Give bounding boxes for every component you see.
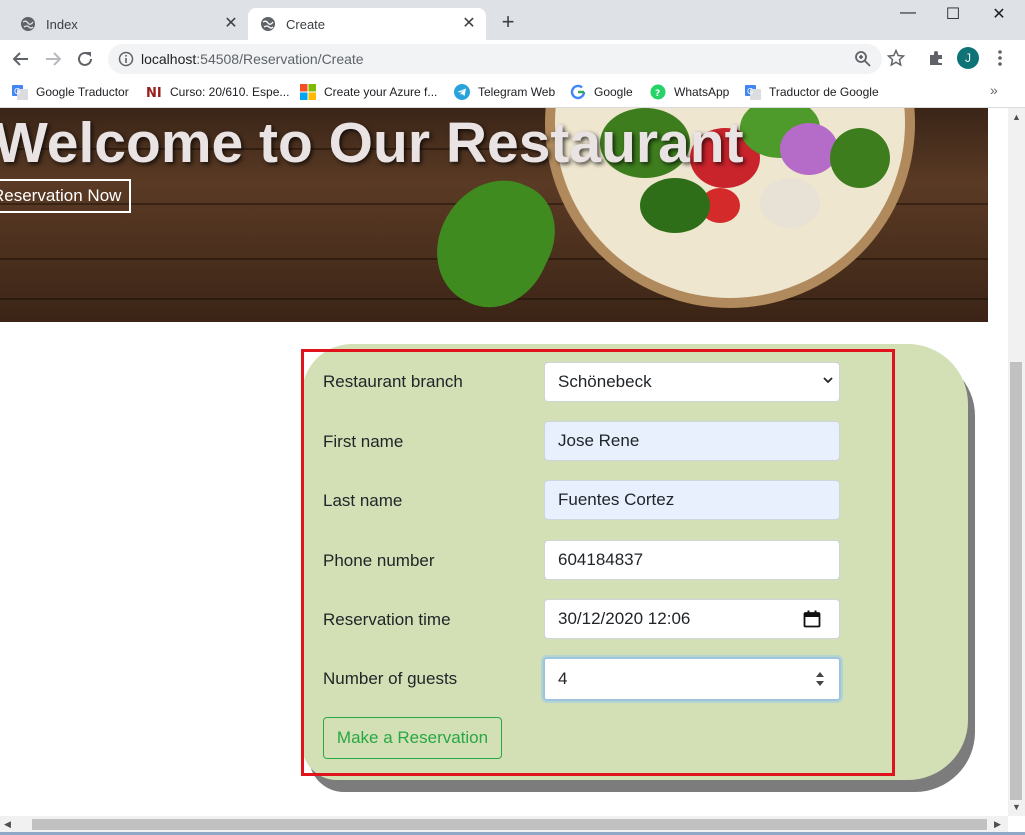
guests-value: 4 [558, 669, 568, 688]
menu-kebab-icon[interactable] [990, 48, 1010, 68]
scroll-right-icon[interactable]: ▶ [994, 819, 1001, 830]
first-name-field[interactable]: Jose Rene [544, 421, 840, 461]
scroll-down-icon[interactable]: ▼ [1012, 802, 1021, 812]
zoom-icon[interactable] [854, 50, 872, 68]
branch-value: Schönebeck [558, 372, 652, 391]
guests-label: Number of guests [323, 669, 458, 688]
url-text[interactable]: localhost:54508/Reservation/Create [141, 51, 364, 67]
horizontal-scroll-thumb[interactable] [32, 819, 987, 830]
tab-index[interactable]: Index ✕ [0, 8, 248, 40]
hero-title: Welcome to Our Restaurant [0, 111, 744, 175]
phone-label: Phone number [323, 551, 435, 570]
reservation-time-label: Reservation time [323, 610, 451, 629]
reservation-time-field[interactable]: 30/12/2020 12:06 [544, 599, 840, 639]
last-name-field[interactable]: Fuentes Cortez [544, 480, 840, 520]
last-name-value: Fuentes Cortez [558, 490, 675, 509]
tab-label: Create [286, 16, 326, 32]
scroll-up-icon[interactable]: ▲ [1012, 112, 1021, 122]
hero-banner: Welcome to Our Restaurant Reservation No… [0, 108, 988, 322]
google-translate-icon: G [12, 85, 28, 100]
globe-icon [21, 17, 35, 31]
phone-value: 604184837 [558, 550, 644, 569]
globe-icon [261, 17, 275, 31]
close-tab-icon[interactable]: ✕ [222, 15, 240, 33]
info-icon[interactable] [118, 51, 134, 67]
minimize-icon[interactable]: — [893, 4, 923, 24]
last-name-label: Last name [323, 491, 403, 510]
branch-select[interactable]: Schönebeck [544, 362, 840, 402]
bookmark-google[interactable]: Google [570, 83, 633, 101]
forward-arrow-icon[interactable] [42, 48, 64, 70]
svg-text:?: ? [655, 89, 660, 99]
whatsapp-icon: ? [650, 84, 666, 100]
bookmark-google-traductor[interactable]: G Google Traductor [12, 83, 129, 101]
bookmark-curso[interactable]: NI Curso: 20/610. Espe... [146, 83, 289, 101]
tab-label: Index [46, 16, 78, 32]
close-tab-icon[interactable]: ✕ [460, 15, 478, 33]
phone-field[interactable]: 604184837 [544, 540, 840, 580]
back-arrow-icon[interactable] [10, 48, 32, 70]
google-translate-icon: G [745, 85, 761, 100]
bookmarks-overflow-icon[interactable]: » [990, 82, 998, 98]
new-tab-plus-icon[interactable]: + [497, 11, 519, 33]
scroll-left-icon[interactable]: ◀ [4, 819, 11, 830]
close-window-icon[interactable]: ✕ [984, 4, 1014, 24]
bookmarks-bar: G Google Traductor NI Curso: 20/610. Esp… [0, 77, 1025, 108]
first-name-value: Jose Rene [558, 431, 640, 450]
bookmark-telegram[interactable]: Telegram Web [454, 83, 555, 101]
svg-text:NI: NI [146, 86, 162, 100]
svg-text:G: G [14, 87, 20, 96]
bookmark-azure[interactable]: Create your Azure f... [300, 83, 437, 101]
profile-avatar[interactable]: J [957, 47, 979, 69]
tab-strip: Index ✕ Create ✕ + — ☐ ✕ [0, 0, 1025, 40]
guests-stepper[interactable]: 4 [543, 657, 841, 701]
reservation-time-value: 30/12/2020 12:06 [558, 609, 691, 628]
extensions-puzzle-icon[interactable] [926, 48, 946, 68]
chevron-down-icon [823, 377, 833, 384]
google-icon [570, 84, 586, 100]
bookmark-whatsapp[interactable]: ? WhatsApp [650, 83, 729, 101]
spinner-arrows-icon[interactable] [815, 669, 825, 689]
bookmark-traductor-google[interactable]: G Traductor de Google [745, 83, 879, 101]
make-reservation-button[interactable]: Make a Reservation [323, 717, 502, 759]
reservation-now-button[interactable]: Reservation Now [0, 179, 132, 213]
branch-label: Restaurant branch [323, 372, 463, 391]
maximize-icon[interactable]: ☐ [938, 4, 968, 24]
page-viewport: Welcome to Our Restaurant Reservation No… [0, 108, 1008, 816]
reload-icon[interactable] [74, 48, 96, 70]
first-name-label: First name [323, 432, 404, 451]
star-bookmark-icon[interactable] [886, 48, 906, 68]
tab-create[interactable]: Create ✕ [248, 8, 486, 40]
telegram-icon [454, 84, 470, 100]
ni-icon: NI [146, 86, 162, 100]
vertical-scroll-thumb[interactable] [1010, 362, 1022, 800]
svg-text:G: G [747, 87, 753, 96]
address-bar[interactable]: localhost:54508/Reservation/Create [108, 44, 882, 74]
calendar-icon[interactable] [803, 610, 821, 628]
microsoft-icon [300, 84, 316, 100]
